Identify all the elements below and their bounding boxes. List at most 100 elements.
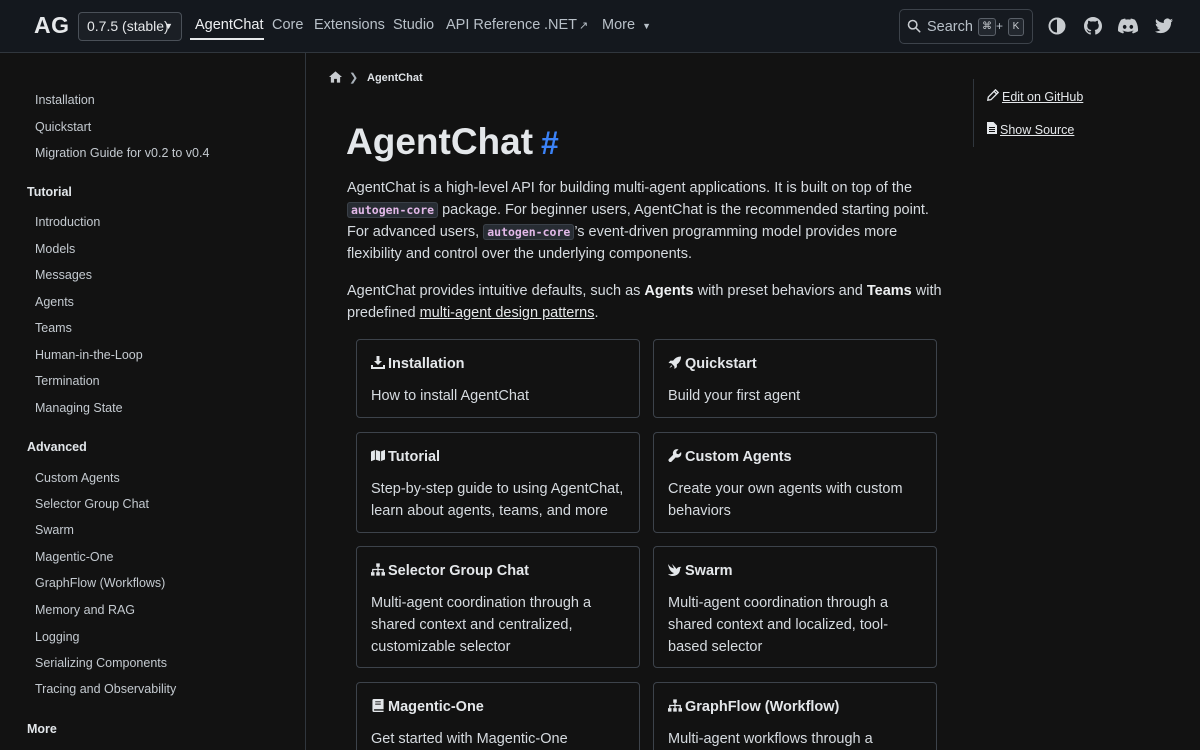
nav-studio[interactable]: Studio	[393, 17, 434, 33]
sidebar-item-introduction[interactable]: Introduction	[35, 215, 100, 229]
sidebar-item-graphflow[interactable]: GraphFlow (Workflows)	[35, 576, 165, 590]
card-description: Build your first agent	[668, 388, 801, 404]
card-title: Swarm	[668, 563, 733, 579]
nav-core[interactable]: Core	[272, 17, 303, 33]
site-logo[interactable]: AG	[34, 12, 70, 39]
swarm-bird-icon	[668, 564, 682, 576]
sidebar-item-quickstart[interactable]: Quickstart	[35, 120, 91, 134]
top-navbar: AG 0.7.5 (stable) ▼ AgentChat Core Exten…	[0, 0, 1200, 53]
card-title-text: Selector Group Chat	[388, 563, 529, 579]
file-icon	[987, 122, 997, 134]
twitter-icon[interactable]	[1155, 17, 1173, 35]
rocket-icon	[668, 356, 682, 369]
sidebar-item-logging[interactable]: Logging	[35, 630, 80, 644]
card-description: Create your own agents with custom behav…	[668, 481, 903, 519]
sidebar-item-teams[interactable]: Teams	[35, 321, 72, 335]
sidebar-item-custom-agents[interactable]: Custom Agents	[35, 471, 120, 485]
sidebar-item-swarm[interactable]: Swarm	[35, 523, 74, 537]
sidebar-item-managing-state[interactable]: Managing State	[35, 401, 123, 415]
sidebar-heading-tutorial: Tutorial	[27, 185, 72, 199]
nav-more-label: More	[602, 17, 636, 33]
sidebar-heading-more: More	[27, 722, 57, 736]
heading-anchor-link[interactable]: #	[541, 125, 559, 161]
wrench-icon	[668, 449, 682, 462]
card-title: Selector Group Chat	[371, 563, 529, 579]
nav-more[interactable]: More ▼	[602, 17, 651, 33]
nav-agentchat[interactable]: AgentChat	[195, 17, 264, 33]
chevron-right-icon: ❯	[349, 72, 359, 84]
card-graphflow[interactable]: GraphFlow (Workflow) Multi-agent workflo…	[653, 682, 937, 750]
sidebar-item-migration-guide[interactable]: Migration Guide for v0.2 to v0.4	[35, 146, 209, 160]
sidebar-item-models[interactable]: Models	[35, 242, 75, 256]
card-title: Tutorial	[371, 449, 440, 465]
search-icon	[907, 19, 921, 33]
chevron-down-icon: ▼	[642, 21, 651, 31]
card-selector-group-chat[interactable]: Selector Group Chat Multi-agent coordina…	[356, 546, 640, 668]
card-tutorial[interactable]: Tutorial Step-by-step guide to using Age…	[356, 432, 640, 533]
bold-agents: Agents	[644, 283, 694, 299]
page-title-text: AgentChat	[346, 121, 534, 162]
design-patterns-link[interactable]: multi-agent design patterns	[420, 305, 595, 321]
nav-api-reference[interactable]: API Reference	[446, 17, 540, 33]
card-title-text: GraphFlow (Workflow)	[685, 699, 840, 715]
active-nav-indicator	[190, 38, 264, 40]
card-custom-agents[interactable]: Custom Agents Create your own agents wit…	[653, 432, 937, 533]
sidebar-item-agents[interactable]: Agents	[35, 295, 74, 309]
card-title: Magentic-One	[371, 699, 484, 715]
card-title-text: Quickstart	[685, 356, 757, 372]
edit-on-github-link[interactable]: Edit on GitHub	[987, 89, 1083, 104]
card-quickstart[interactable]: Quickstart Build your first agent	[653, 339, 937, 418]
card-magentic-one[interactable]: Magentic-One Get started with Magentic-O…	[356, 682, 640, 750]
intro-text-1: AgentChat is a high-level API for buildi…	[347, 180, 913, 196]
sidebar-item-memory-and-rag[interactable]: Memory and RAG	[35, 603, 135, 617]
shortcut-key-k: K	[1008, 18, 1024, 36]
sidebar-item-selector-group-chat[interactable]: Selector Group Chat	[35, 497, 149, 511]
version-switcher[interactable]: 0.7.5 (stable) ▼	[78, 12, 182, 41]
right-toc-divider	[973, 79, 974, 147]
sidebar-item-magentic-one[interactable]: Magentic-One	[35, 550, 114, 564]
discord-icon[interactable]	[1118, 17, 1138, 35]
card-title: Custom Agents	[668, 449, 792, 465]
chevron-down-icon: ▼	[164, 21, 173, 31]
theme-toggle-icon[interactable]	[1048, 17, 1066, 35]
card-description: Multi-agent coordination through a share…	[371, 595, 592, 655]
nav-dotnet-label: .NET	[544, 17, 578, 33]
inline-code-autogen-core: autogen-core	[483, 224, 575, 240]
card-description: Multi-agent workflows through a directed	[668, 731, 873, 747]
breadcrumb-current: AgentChat	[367, 72, 423, 84]
sidebar-heading-advanced: Advanced	[27, 440, 87, 454]
github-icon[interactable]	[1084, 17, 1102, 35]
card-title: GraphFlow (Workflow)	[668, 699, 839, 715]
intro2-text-2: with preset behaviors and	[693, 283, 867, 299]
card-title-text: Magentic-One	[388, 699, 484, 715]
card-description: Get started with Magentic-One	[371, 731, 568, 747]
card-description: Multi-agent coordination through a share…	[668, 595, 889, 655]
card-title-text: Swarm	[685, 563, 733, 579]
sitemap-icon	[371, 563, 385, 576]
show-source-link[interactable]: Show Source	[987, 122, 1074, 137]
sidebar-item-termination[interactable]: Termination	[35, 374, 100, 388]
sidebar-item-tracing-observability[interactable]: Tracing and Observability	[35, 682, 176, 696]
home-icon[interactable]	[329, 71, 342, 83]
card-title-text: Tutorial	[388, 449, 441, 465]
card-title-text: Installation	[388, 356, 465, 372]
shortcut-plus: +	[996, 19, 1004, 33]
nav-dotnet[interactable]: .NET ↗	[544, 17, 588, 33]
search-button[interactable]: Search ⌘ + K	[899, 9, 1033, 44]
sidebar-item-human-in-the-loop[interactable]: Human-in-the-Loop	[35, 348, 143, 362]
card-description: Step-by-step guide to using AgentChat, l…	[371, 481, 624, 519]
card-swarm[interactable]: Swarm Multi-agent coordination through a…	[653, 546, 937, 668]
inline-code-autogen-core: autogen-core	[347, 202, 439, 218]
sitemap-icon	[668, 699, 682, 712]
sidebar-item-installation[interactable]: Installation	[35, 93, 95, 107]
card-description: How to install AgentChat	[371, 388, 529, 404]
card-title: Installation	[371, 356, 465, 372]
card-installation[interactable]: Installation How to install AgentChat	[356, 339, 640, 418]
intro-paragraph: AgentChat is a high-level API for buildi…	[347, 177, 947, 265]
intro2-paragraph: AgentChat provides intuitive defaults, s…	[347, 280, 947, 324]
sidebar-item-serializing-components[interactable]: Serializing Components	[35, 656, 167, 670]
show-source-label: Show Source	[1000, 123, 1075, 137]
nav-extensions[interactable]: Extensions	[314, 17, 385, 33]
bold-teams: Teams	[866, 283, 912, 299]
sidebar-item-messages[interactable]: Messages	[35, 268, 92, 282]
